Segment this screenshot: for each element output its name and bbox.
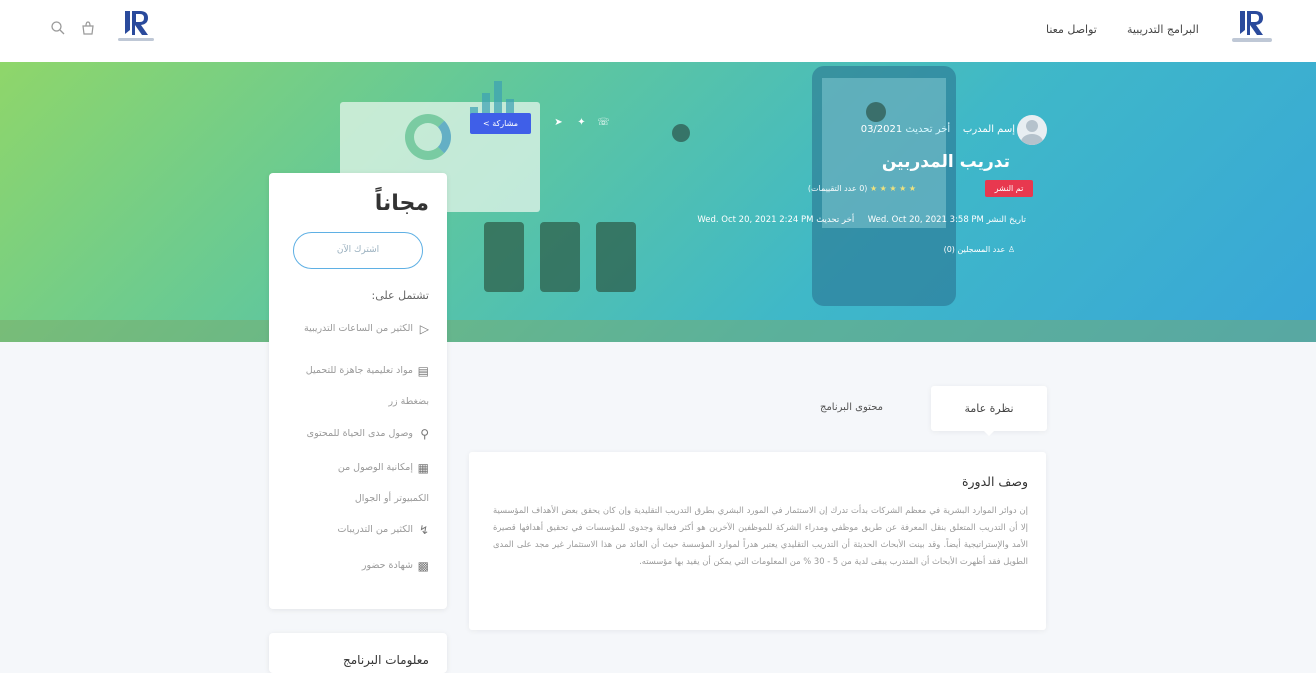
share-button[interactable]: < مشاركة bbox=[470, 113, 531, 134]
feature-text: إمكانية الوصول من bbox=[337, 462, 413, 473]
nav-contact-link[interactable]: تواصل معنا bbox=[1046, 23, 1097, 36]
lightning-icon: ↯ bbox=[418, 523, 429, 537]
download-file-icon: ▤ bbox=[417, 364, 429, 378]
devices-icon: ▦ bbox=[417, 461, 429, 475]
feature-text: شهادة حضور bbox=[361, 560, 413, 571]
publish-dates: تاريخ النشر Wed. Oct 20, 2021 3:58 PM أخ… bbox=[697, 215, 1026, 225]
cart-icon[interactable] bbox=[80, 20, 96, 36]
hero-illustration-pie bbox=[405, 114, 451, 160]
hero-illustration-chair bbox=[596, 222, 636, 292]
hero-bottom-strip bbox=[0, 320, 1316, 342]
course-hero-banner bbox=[0, 62, 1316, 342]
feature-item: ▷ الكثير من الساعات التدريبية bbox=[271, 316, 429, 342]
updated-value: Wed. Oct 20, 2021 2:24 PM bbox=[697, 215, 814, 225]
twitter-icon[interactable]: ✦ bbox=[575, 116, 588, 129]
status-badge: تم النشر bbox=[985, 180, 1033, 197]
nav-programs-link[interactable]: البرامج التدريبية bbox=[1127, 23, 1199, 36]
feature-text: بضغطة زر bbox=[388, 396, 429, 407]
user-icon: ♙ bbox=[1007, 245, 1015, 254]
site-logo[interactable] bbox=[1237, 8, 1267, 38]
feature-text: وصول مدى الحياة للمحتوى bbox=[306, 428, 413, 439]
updated-label: أخر تحديث bbox=[816, 215, 855, 225]
price-label: مجاناً bbox=[374, 191, 429, 216]
telegram-icon[interactable]: ➤ bbox=[552, 116, 565, 129]
feature-item: ⚲ وصول مدى الحياة للمحتوى bbox=[271, 421, 429, 447]
feature-item: ↯ الكثير من التدريبات bbox=[271, 517, 429, 543]
description-body: إن دوائر الموارد البشرية في معظم الشركات… bbox=[493, 505, 1028, 566]
feature-item: ▦ إمكانية الوصول من bbox=[271, 455, 429, 481]
publish-date-label: تاريخ النشر bbox=[986, 215, 1026, 225]
hero-illustration-chair bbox=[484, 222, 524, 292]
certificate-icon: ▩ bbox=[417, 559, 429, 573]
pricing-card: مجاناً اشترك الآن تشتمل على: ▷ الكثير من … bbox=[269, 173, 447, 609]
key-icon: ⚲ bbox=[420, 427, 429, 441]
active-tab-pointer bbox=[982, 429, 996, 436]
course-description-card: وصف الدورة إن دوائر الموارد البشرية في م… bbox=[469, 452, 1046, 630]
program-info-card: معلومات البرنامج bbox=[269, 633, 447, 673]
feature-text: الكثير من التدريبات bbox=[337, 524, 413, 535]
hero-illustration-chair bbox=[540, 222, 580, 292]
subscribe-button[interactable]: اشترك الآن bbox=[293, 232, 423, 269]
top-navbar: البرامج التدريبية تواصل معنا bbox=[0, 0, 1316, 62]
feature-item-continued: بضغطة زر bbox=[271, 389, 429, 415]
tab-overview[interactable]: نظرة عامة bbox=[931, 386, 1047, 431]
rating-count: (0 عدد التقييمات) bbox=[807, 184, 868, 193]
rating-stars: ★ ★ ★ ★ ★ bbox=[869, 184, 916, 193]
share-icon: < bbox=[482, 119, 490, 128]
feature-text: الكمبيوتر أو الجوال bbox=[354, 493, 429, 504]
feature-item: ▩ شهادة حضور bbox=[271, 553, 429, 579]
feature-text: مواد تعليمية جاهزة للتحميل bbox=[305, 365, 413, 376]
secondary-logo[interactable] bbox=[122, 8, 152, 38]
registered-count: ♙ عدد المسجلين (0) bbox=[944, 245, 1015, 254]
program-info-title: معلومات البرنامج bbox=[343, 653, 429, 667]
rating-row: ★ ★ ★ ★ ★ (0 عدد التقييمات) bbox=[808, 184, 916, 193]
trainer-meta: إسم المدرب أخر تحديث 03/2021 bbox=[861, 124, 1015, 135]
play-icon: ▷ bbox=[419, 322, 429, 336]
last-update-value: 03/2021 bbox=[860, 124, 903, 135]
includes-label: تشتمل على: bbox=[371, 289, 429, 302]
feature-item: ▤ مواد تعليمية جاهزة للتحميل bbox=[271, 358, 429, 384]
search-icon[interactable] bbox=[50, 20, 66, 36]
share-label: مشاركة bbox=[492, 119, 519, 128]
course-title: تدريب المدربين bbox=[881, 152, 1010, 172]
trainer-name[interactable]: إسم المدرب bbox=[963, 124, 1015, 135]
feature-item-continued: الكمبيوتر أو الجوال bbox=[271, 486, 429, 512]
description-title: وصف الدورة bbox=[961, 474, 1028, 489]
whatsapp-icon[interactable]: ☏ bbox=[597, 116, 610, 129]
secondary-logo-tagline bbox=[118, 38, 154, 41]
trainer-avatar[interactable] bbox=[1017, 115, 1047, 145]
registered-text: عدد المسجلين (0) bbox=[943, 245, 1006, 254]
tab-program-content[interactable]: محتوى البرنامج bbox=[820, 402, 883, 413]
hero-illustration-presenter bbox=[672, 124, 690, 142]
last-update-label: أخر تحديث bbox=[905, 124, 951, 135]
logo-tagline bbox=[1232, 38, 1272, 42]
feature-text: الكثير من الساعات التدريبية bbox=[304, 323, 413, 334]
hero-illustration-speaker bbox=[866, 102, 886, 122]
publish-date-value: Wed. Oct 20, 2021 3:58 PM bbox=[867, 215, 984, 225]
